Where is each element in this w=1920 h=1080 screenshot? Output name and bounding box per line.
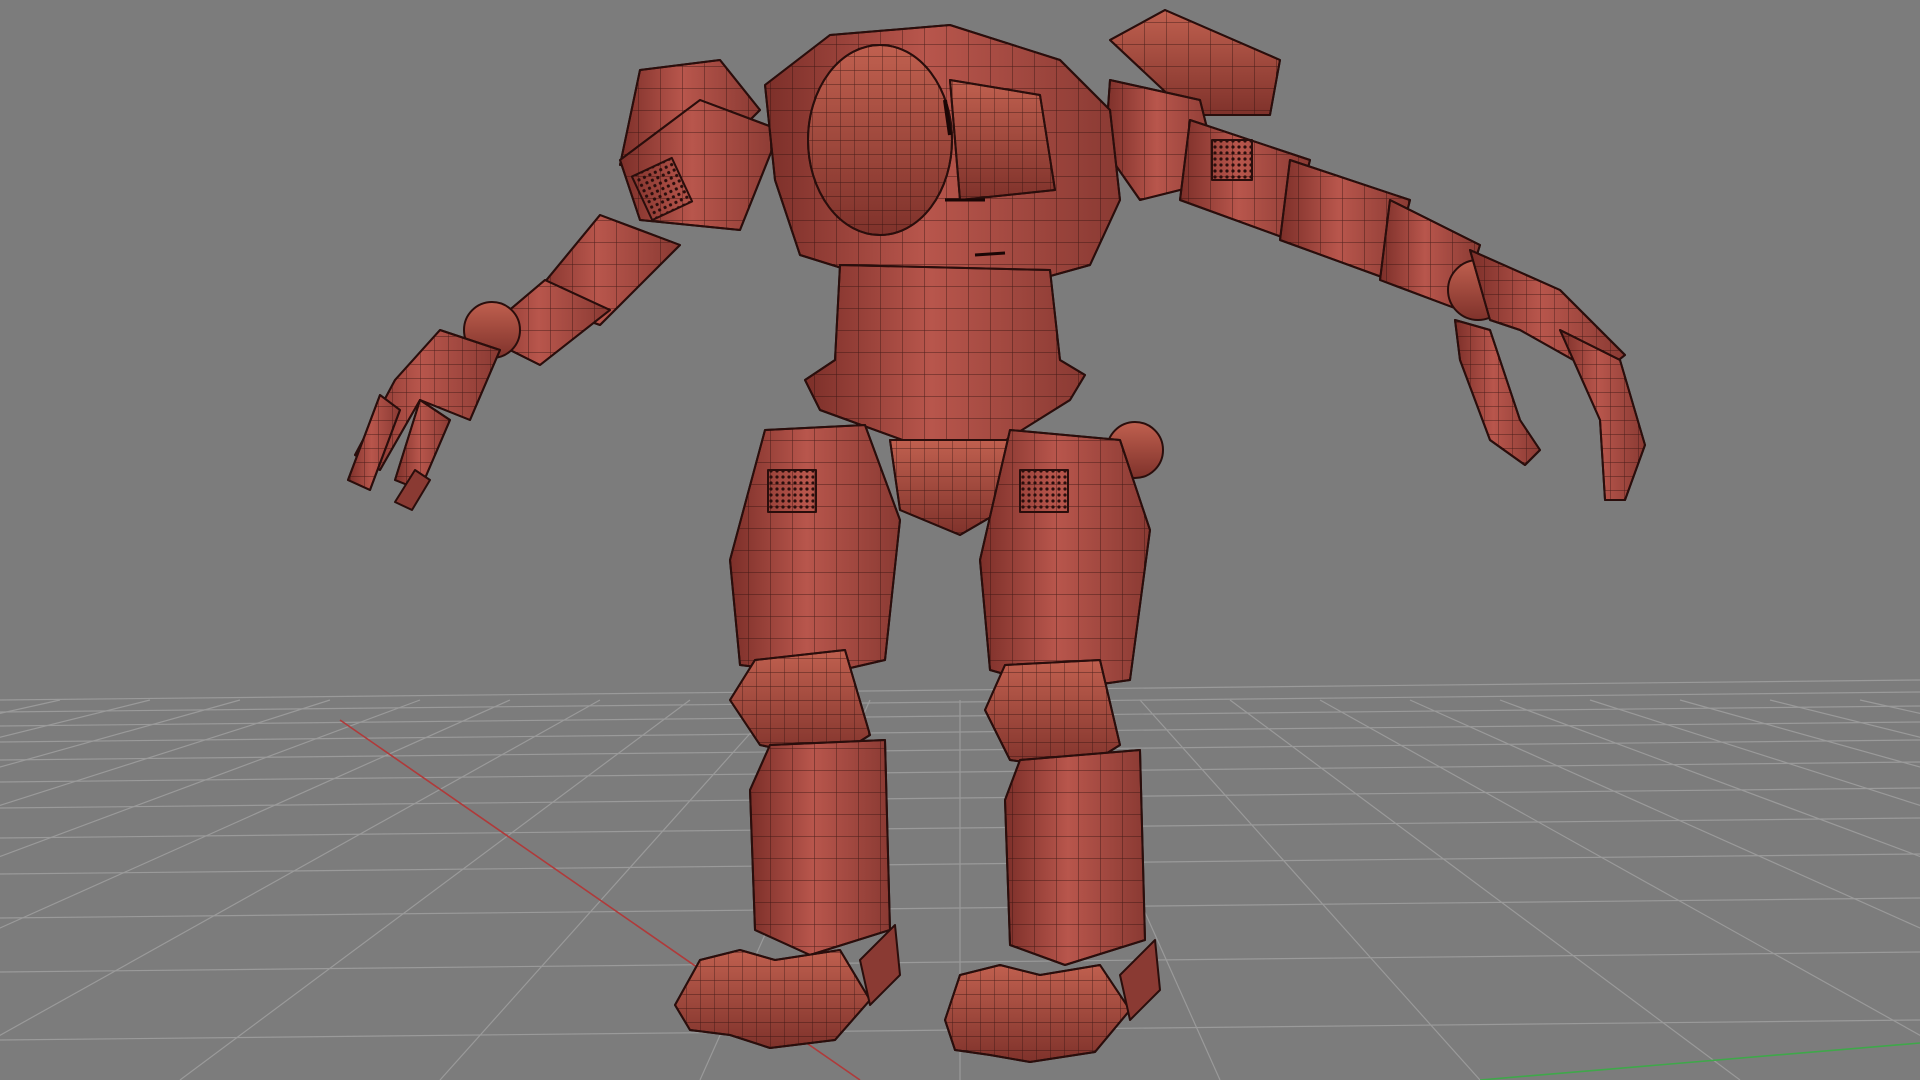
z-axis-line — [1479, 1042, 1920, 1080]
robot-model[interactable] — [347, 9, 1646, 1063]
grid-line — [0, 699, 241, 768]
3d-viewport[interactable] — [0, 0, 1920, 1080]
grid-line — [0, 679, 1920, 701]
grid-line — [0, 699, 421, 858]
grid-line — [1859, 699, 1920, 715]
robot-right-arm[interactable] — [1104, 9, 1646, 501]
grid-line — [0, 699, 61, 715]
robot-left-leg[interactable] — [674, 424, 901, 1049]
robot-left-arm[interactable] — [347, 59, 781, 511]
grid-line — [1679, 699, 1920, 768]
grid-line — [1229, 699, 1741, 1080]
grid-line — [1499, 699, 1920, 858]
viewport-canvas[interactable] — [0, 0, 1920, 1080]
robot-torso[interactable] — [764, 24, 1121, 291]
grid-line — [1139, 699, 1481, 1080]
